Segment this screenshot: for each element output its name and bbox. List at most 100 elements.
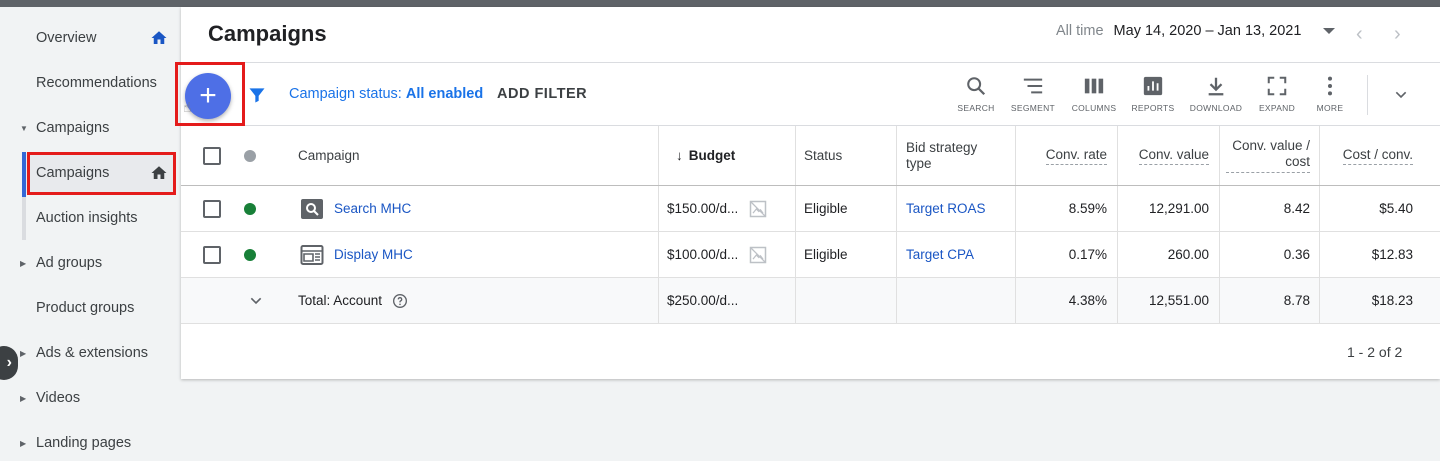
- row-checkbox-cell: [203, 186, 221, 231]
- bid-strategy-link[interactable]: Target ROAS: [906, 186, 986, 231]
- column-header-status[interactable]: Status: [804, 126, 842, 185]
- sidebar-item-label: Product groups: [36, 300, 135, 316]
- add-campaign-button[interactable]: +: [185, 73, 231, 119]
- row-checkbox[interactable]: [203, 245, 221, 264]
- sidebar-item-label: Campaigns: [36, 165, 110, 181]
- caret-right-icon: ▶: [20, 348, 27, 358]
- sidebar-item-recommendations[interactable]: Recommendations: [0, 63, 181, 103]
- help-icon[interactable]: [392, 293, 408, 309]
- total-conv-rate-cell: 4.38%: [1068, 293, 1107, 308]
- budget-value: $150.00/d...: [667, 201, 739, 216]
- enabled-status-icon[interactable]: [244, 202, 256, 215]
- active-indicator: [22, 152, 26, 197]
- total-row: Total: Account $250.00/d... 4.38% 12,551…: [181, 278, 1440, 324]
- enabled-status-icon[interactable]: [244, 248, 256, 261]
- filter-label: Campaign status:: [289, 86, 402, 102]
- campaign-link[interactable]: Search MHC: [334, 201, 411, 216]
- column-header-campaign[interactable]: Campaign: [298, 126, 360, 185]
- filter-icon[interactable]: [247, 85, 267, 105]
- status-dot-icon[interactable]: [244, 149, 256, 162]
- status-dot-cell: [244, 186, 256, 231]
- sidebar-item-ads-extensions[interactable]: ▶ Ads & extensions: [0, 333, 181, 373]
- column-header-conv-value[interactable]: Conv. value: [1117, 126, 1209, 185]
- arrow-down-icon: ↓: [676, 148, 683, 163]
- chevron-right-icon: ›: [6, 354, 12, 371]
- date-prefix: All time: [1056, 23, 1104, 39]
- tool-label: SEARCH: [957, 103, 995, 113]
- reports-tool-button[interactable]: REPORTS: [1121, 71, 1185, 119]
- download-tool-button[interactable]: DOWNLOAD: [1184, 71, 1248, 119]
- sidebar-item-auction-insights[interactable]: Auction insights: [0, 198, 181, 238]
- image-unavailable-icon[interactable]: [748, 245, 768, 265]
- date-range: May 14, 2020 – Jan 13, 2021: [1113, 23, 1302, 39]
- column-header-conv-value-cost[interactable]: Conv. value / cost: [1219, 126, 1310, 185]
- filter-value: All enabled: [405, 86, 484, 102]
- top-bar: [0, 0, 1440, 7]
- bid-strategy-link[interactable]: Target CPA: [906, 232, 974, 277]
- budget-cell: $150.00/d...: [667, 186, 768, 231]
- chevron-down-icon[interactable]: [1393, 87, 1409, 103]
- caret-down-icon: ▼: [20, 123, 28, 133]
- caret-right-icon: ▶: [20, 258, 27, 268]
- download-icon: [1208, 77, 1224, 96]
- sidebar-item-campaigns-group[interactable]: ▼ Campaigns: [0, 108, 181, 148]
- conv-value-cell: 12,291.00: [1148, 201, 1209, 216]
- tool-label: SEGMENT: [1010, 103, 1056, 113]
- status-cell: Eligible: [804, 247, 848, 262]
- total-conv-value-cost-cell: 8.78: [1283, 293, 1310, 308]
- column-header-cost-conv[interactable]: Cost / conv.: [1319, 126, 1413, 185]
- column-header-bid-strategy[interactable]: Bid strategy type: [906, 126, 996, 185]
- column-header-budget[interactable]: ↓ Budget: [676, 126, 735, 185]
- sidebar-item-videos[interactable]: ▶ Videos: [0, 378, 181, 418]
- total-label: Total: Account: [298, 293, 383, 308]
- expand-total-cell: [248, 278, 264, 323]
- column-header-label: Conv. value / cost: [1226, 138, 1310, 173]
- column-separator: [795, 126, 796, 185]
- segment-tool-button[interactable]: SEGMENT: [1001, 71, 1065, 119]
- search-tool-button[interactable]: SEARCH: [944, 71, 1008, 119]
- campaign-link[interactable]: Display MHC: [334, 247, 413, 262]
- conv-value-cost-cell: 0.36: [1283, 247, 1310, 262]
- sidebar-item-label: Landing pages: [36, 435, 132, 451]
- select-all-checkbox[interactable]: [203, 146, 221, 165]
- date-range-picker[interactable]: All time May 14, 2020 – Jan 13, 2021: [1056, 23, 1336, 39]
- conv-value-cell: 260.00: [1167, 247, 1209, 262]
- column-header-label: Conv. rate: [1045, 147, 1107, 165]
- conv-rate-cell: 8.59%: [1068, 201, 1107, 216]
- table-row: Search MHC $150.00/d... Eligible Target …: [181, 186, 1440, 232]
- column-separator: [795, 186, 796, 231]
- campaign-cell: Search MHC: [300, 186, 411, 231]
- column-separator: [896, 278, 897, 323]
- column-header-conv-rate[interactable]: Conv. rate: [1015, 126, 1107, 185]
- drawer-toggle-button[interactable]: ›: [0, 346, 18, 380]
- caret-right-icon: ▶: [20, 438, 27, 448]
- total-label-cell: Total: Account: [298, 278, 408, 323]
- cost-conv-cell: $12.83: [1371, 247, 1413, 262]
- sidebar-item-landing-pages[interactable]: ▶ Landing pages: [0, 423, 181, 461]
- more-tool-button[interactable]: MORE: [1298, 71, 1362, 119]
- sidebar-item-overview[interactable]: Overview: [0, 18, 181, 58]
- row-checkbox[interactable]: [203, 199, 221, 218]
- sidebar-item-product-groups[interactable]: Product groups: [0, 288, 181, 328]
- sidebar-item-campaigns[interactable]: Campaigns: [26, 153, 176, 193]
- campaign-cell: Display MHC: [300, 232, 413, 277]
- add-filter-button[interactable]: ADD FILTER: [497, 86, 587, 102]
- chevron-left-icon[interactable]: ‹: [1356, 23, 1363, 46]
- column-separator: [658, 232, 659, 277]
- caret-right-icon: ▶: [20, 393, 27, 403]
- caret-down-icon: [1323, 28, 1336, 34]
- total-budget-cell: $250.00/d...: [667, 293, 739, 308]
- image-unavailable-icon[interactable]: [748, 199, 768, 219]
- columns-tool-button[interactable]: COLUMNS: [1062, 71, 1126, 119]
- chevron-right-icon[interactable]: ›: [1394, 23, 1401, 46]
- toolbar: + Campaign status: All enabled ADD FILTE…: [181, 62, 1440, 126]
- more-vert-icon: [1327, 76, 1333, 96]
- column-separator: [896, 186, 897, 231]
- conv-value-cost-cell: 8.42: [1283, 201, 1310, 216]
- chevron-down-icon[interactable]: [248, 293, 264, 309]
- display-campaign-icon: [300, 244, 324, 265]
- campaign-status-filter[interactable]: Campaign status: All enabled: [289, 86, 483, 102]
- column-separator: [896, 232, 897, 277]
- sidebar-item-ad-groups[interactable]: ▶ Ad groups: [0, 243, 181, 283]
- column-header-label: Cost / conv.: [1342, 147, 1413, 165]
